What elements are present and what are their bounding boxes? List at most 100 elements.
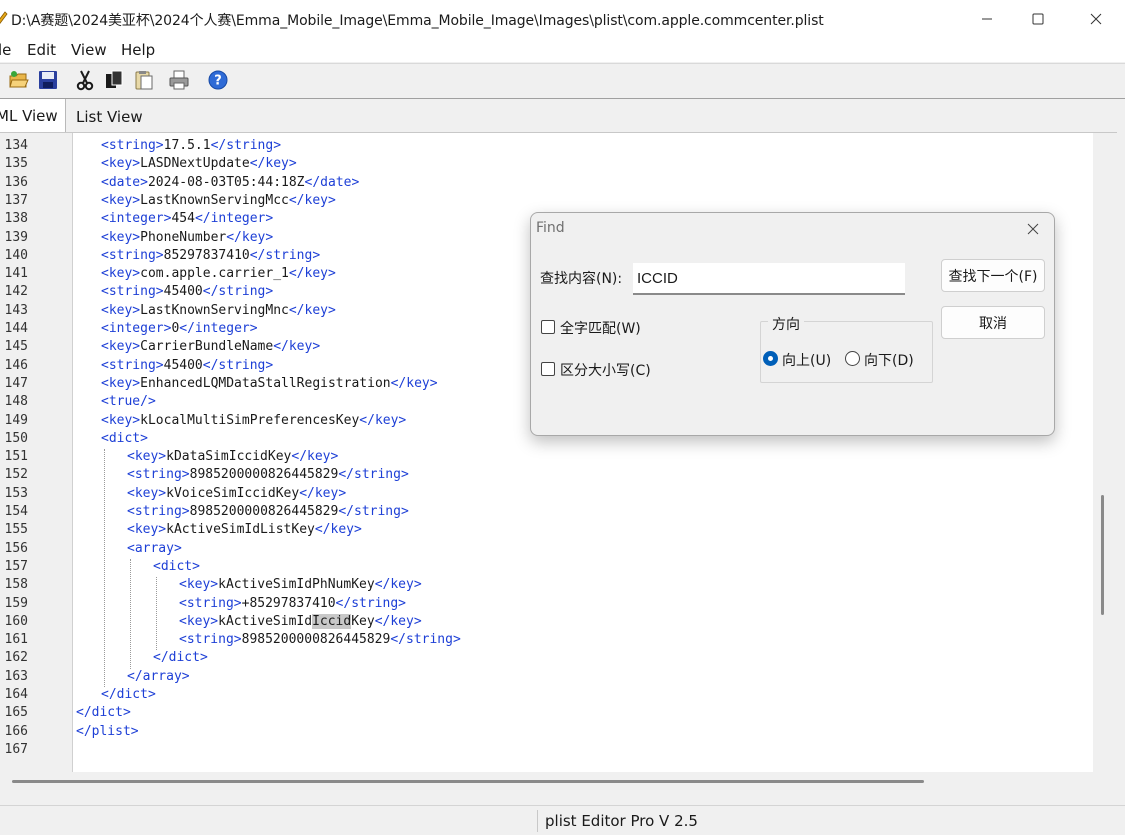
xml-tag: </string> bbox=[249, 247, 321, 263]
xml-tag: </key> bbox=[288, 302, 336, 318]
match-case-checkbox[interactable] bbox=[541, 362, 555, 376]
xml-tag: <key> bbox=[101, 412, 141, 428]
menu-help[interactable]: Help bbox=[121, 41, 155, 59]
maximize-icon[interactable] bbox=[1015, 0, 1061, 38]
xml-tag: </date> bbox=[304, 174, 360, 190]
code-line: <string>17.5.1</string> bbox=[101, 137, 281, 155]
line-number: 163 bbox=[4, 668, 28, 684]
direction-label: 方向 bbox=[768, 314, 804, 334]
xml-tag: </string> bbox=[335, 595, 406, 611]
code-line: <string>8985200000826445829</string> bbox=[179, 631, 461, 649]
xml-tag: </integer> bbox=[194, 211, 274, 227]
xml-tag: <integer> bbox=[101, 321, 172, 336]
line-number: 136 bbox=[4, 174, 28, 190]
xml-tag: <key> bbox=[101, 375, 141, 391]
xml-text: LastKnownServingMcc bbox=[140, 192, 289, 208]
xml-text: com.apple.carrier_1 bbox=[140, 266, 289, 282]
line-number: 138 bbox=[4, 211, 28, 227]
find-next-button[interactable]: 查找下一个(F) bbox=[941, 259, 1045, 292]
vertical-scrollbar[interactable] bbox=[1093, 133, 1117, 773]
line-number: 157 bbox=[4, 558, 28, 574]
whole-word-label[interactable]: 全字匹配(W) bbox=[560, 318, 641, 338]
print-icon[interactable] bbox=[168, 69, 190, 91]
xml-text: kVoiceSimIccidKey bbox=[166, 485, 300, 501]
status-bar: plist Editor Pro V 2.5 bbox=[0, 805, 1125, 835]
line-number: 153 bbox=[4, 485, 28, 501]
menu-file[interactable]: le bbox=[0, 41, 11, 59]
horizontal-scrollbar[interactable] bbox=[0, 772, 1117, 796]
xml-text: CarrierBundleName bbox=[140, 339, 274, 355]
code-line: <key>com.apple.carrier_1</key> bbox=[101, 265, 336, 283]
xml-text: 17.5.1 bbox=[163, 138, 211, 153]
code-line: <key>kLocalMultiSimPreferencesKey</key> bbox=[101, 412, 406, 430]
open-icon[interactable] bbox=[8, 69, 30, 91]
line-number: 164 bbox=[4, 687, 28, 702]
line-number: 134 bbox=[4, 138, 28, 153]
code-line: <integer>454</integer> bbox=[101, 210, 273, 228]
horizontal-scroll-thumb[interactable] bbox=[12, 780, 924, 783]
code-line: <dict> bbox=[153, 558, 200, 576]
xml-tag: <key> bbox=[101, 192, 141, 208]
vertical-scroll-thumb[interactable] bbox=[1101, 495, 1104, 615]
whole-word-checkbox[interactable] bbox=[541, 320, 555, 334]
direction-up-radio[interactable] bbox=[763, 351, 778, 366]
find-dialog: Find 查找内容(N): 查找下一个(F) 取消 全字匹配(W) 区分大小写(… bbox=[530, 212, 1055, 436]
match-case-label[interactable]: 区分大小写(C) bbox=[560, 360, 651, 380]
cancel-button[interactable]: 取消 bbox=[941, 306, 1045, 339]
xml-text: PhoneNumber bbox=[140, 229, 227, 245]
paste-icon[interactable] bbox=[133, 69, 155, 91]
indent-guide bbox=[156, 577, 157, 651]
help-icon[interactable]: ? bbox=[207, 69, 229, 91]
menu-edit[interactable]: Edit bbox=[27, 41, 56, 59]
tab-xml-view[interactable]: ML View bbox=[0, 99, 66, 132]
line-number: 156 bbox=[4, 540, 28, 556]
xml-tag: </key> bbox=[299, 485, 347, 501]
menu-view[interactable]: View bbox=[71, 41, 107, 59]
line-number-gutter: 134 135 136 137 138 139 140 141 142 143 144 145 146 1… bbox=[0, 133, 73, 773]
xml-text: 2024-08-03T05:44:18Z bbox=[147, 174, 305, 190]
xml-tag: <integer> bbox=[101, 211, 172, 227]
minimize-icon[interactable] bbox=[964, 0, 1010, 38]
code-line: <key>kActiveSimIdListKey</key> bbox=[127, 521, 362, 539]
xml-tag: <date> bbox=[101, 174, 148, 190]
code-line: </dict> bbox=[153, 649, 208, 667]
direction-down-radio[interactable] bbox=[845, 351, 860, 366]
close-icon[interactable] bbox=[1021, 219, 1045, 239]
xml-tag: </key> bbox=[288, 192, 336, 208]
xml-tag: <key> bbox=[101, 229, 141, 245]
xml-tag: <string> bbox=[179, 632, 242, 648]
xml-text: 45400 bbox=[163, 284, 203, 300]
xml-tag: </string> bbox=[338, 467, 409, 483]
copy-icon[interactable] bbox=[103, 69, 125, 91]
cut-icon[interactable] bbox=[74, 69, 96, 91]
xml-tag: </string> bbox=[338, 504, 409, 519]
code-line: </dict> bbox=[101, 686, 156, 704]
line-number: 152 bbox=[4, 467, 28, 483]
xml-tag: </plist> bbox=[76, 723, 139, 739]
xml-tag: </key> bbox=[226, 229, 274, 245]
line-number: 139 bbox=[4, 229, 28, 245]
xml-tag: <dict> bbox=[101, 430, 148, 446]
code-line: <key>LastKnownServingMnc</key> bbox=[101, 302, 336, 320]
line-number: 159 bbox=[4, 595, 28, 611]
find-input[interactable] bbox=[633, 263, 905, 295]
code-line: <true/> bbox=[101, 393, 156, 411]
line-number: 144 bbox=[4, 321, 28, 336]
line-number: 166 bbox=[4, 723, 28, 739]
indent-guide bbox=[104, 449, 105, 687]
close-icon[interactable] bbox=[1073, 0, 1119, 38]
line-number: 162 bbox=[4, 650, 28, 666]
line-number: 147 bbox=[4, 375, 28, 391]
tab-list-view[interactable]: List View bbox=[76, 108, 143, 126]
xml-tag: <key> bbox=[179, 577, 219, 593]
xml-tag: </string> bbox=[202, 357, 274, 373]
code-line: <key>EnhancedLQMDataStallRegistration</k… bbox=[101, 375, 438, 393]
save-icon[interactable] bbox=[37, 69, 59, 91]
direction-up-label[interactable]: 向上(U) bbox=[782, 350, 831, 370]
direction-down-label[interactable]: 向下(D) bbox=[864, 350, 914, 370]
xml-text: kLocalMultiSimPreferencesKey bbox=[140, 412, 360, 428]
code-line: <key>CarrierBundleName</key> bbox=[101, 338, 320, 356]
code-line: <string>45400</string> bbox=[101, 283, 273, 301]
xml-text: 8985200000826445829 bbox=[189, 467, 339, 483]
xml-tag: <string> bbox=[101, 357, 164, 373]
